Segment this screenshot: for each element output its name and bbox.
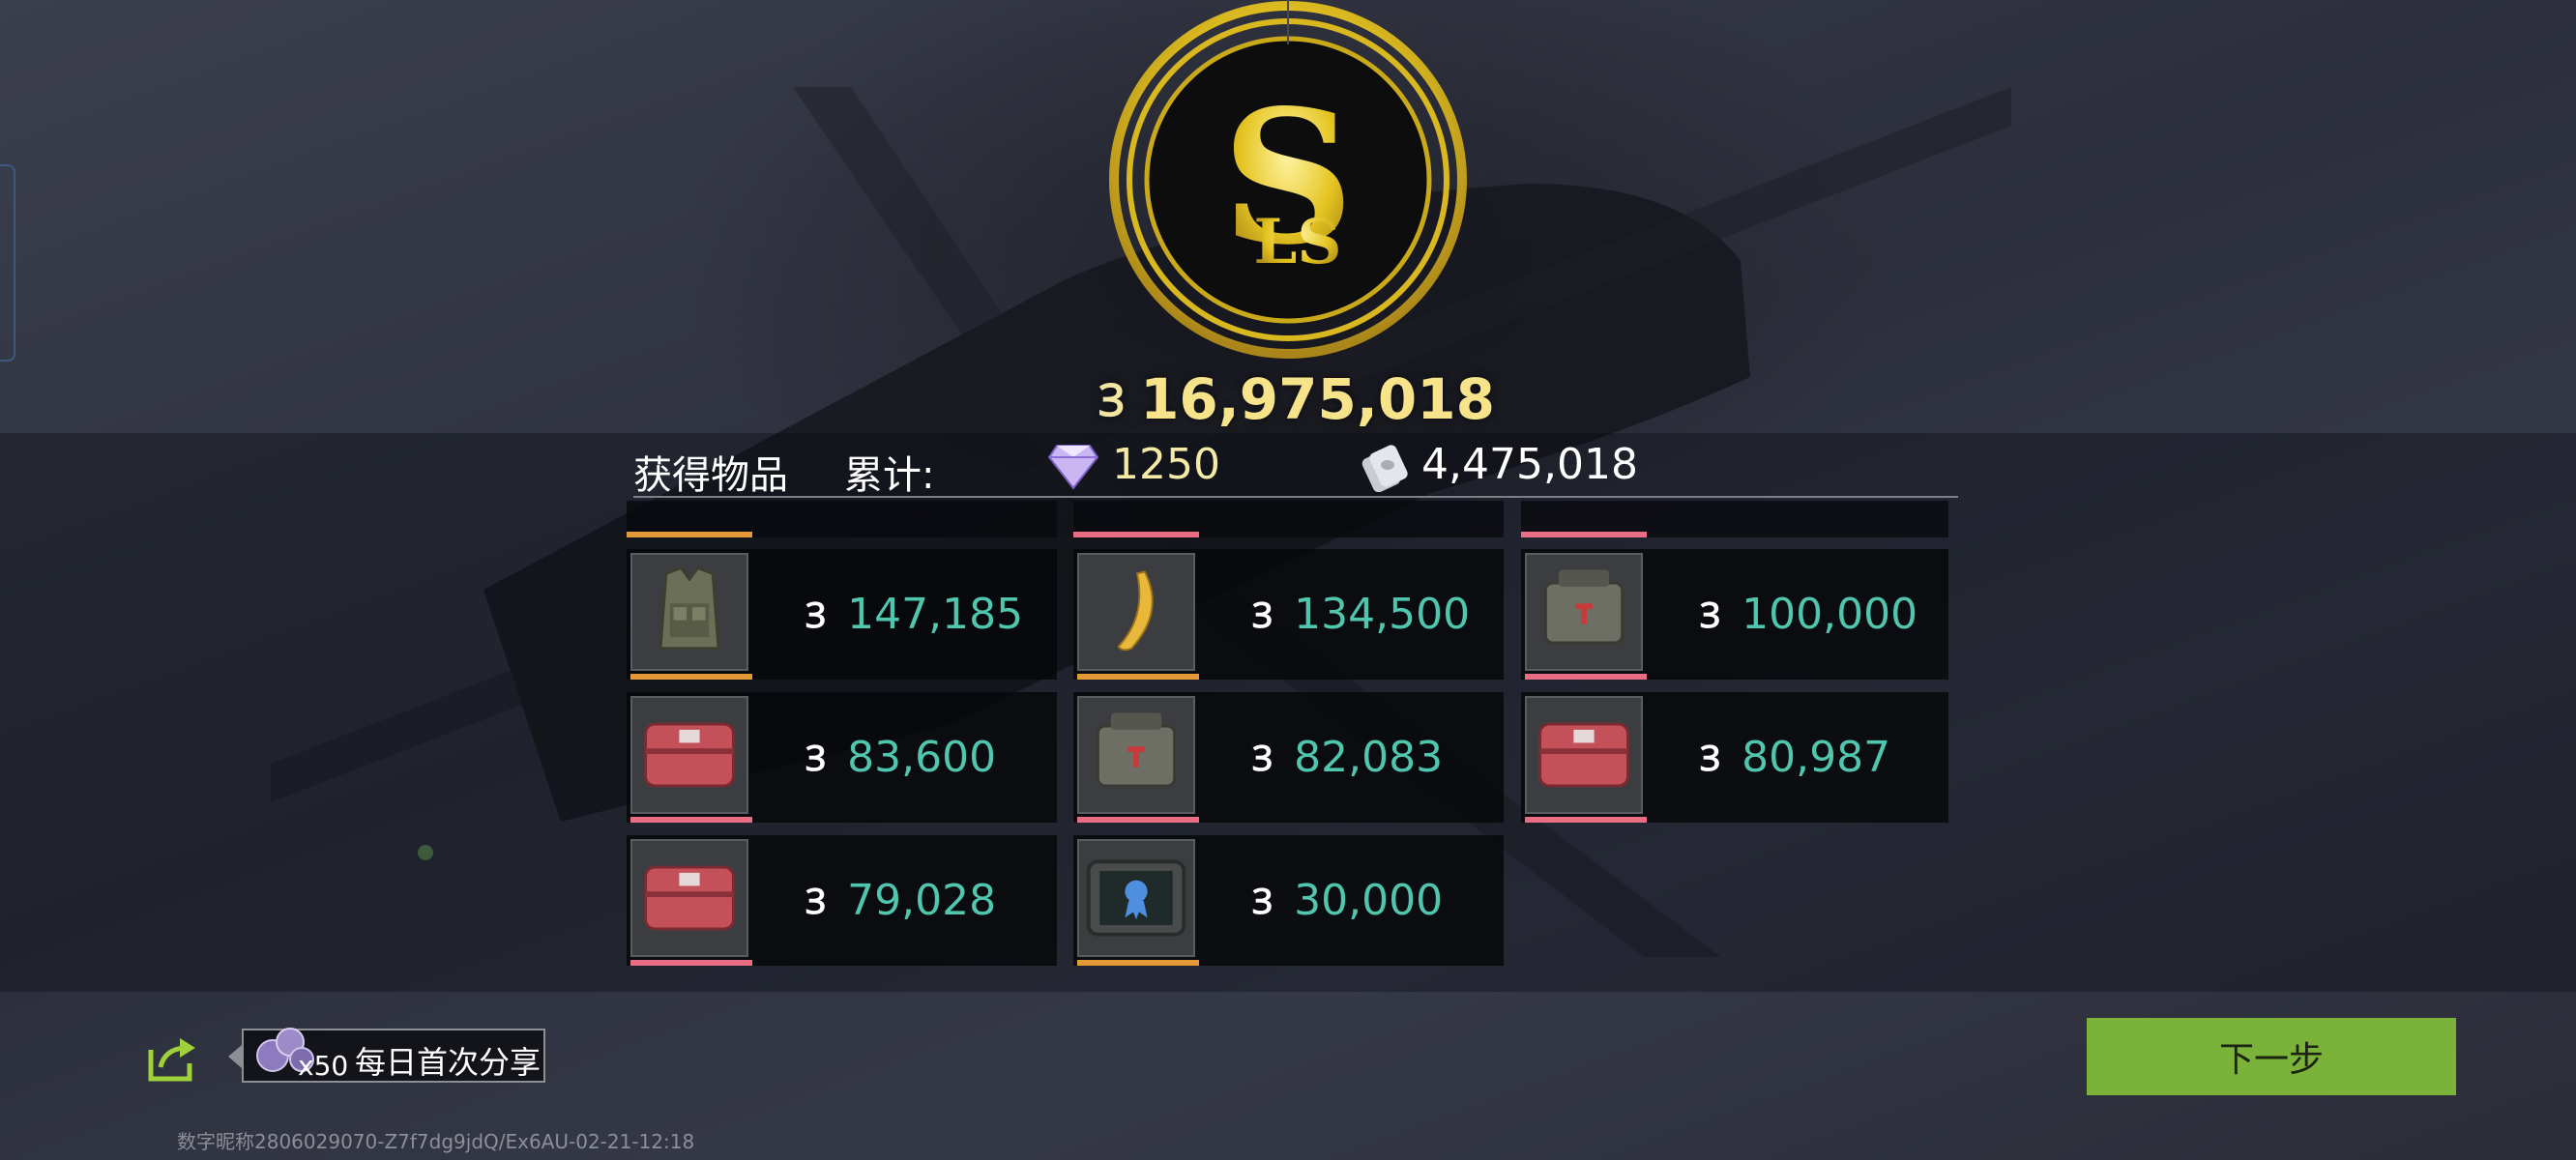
item-value-text: 83,600 — [847, 733, 997, 782]
rarity-bar — [630, 674, 752, 680]
loot-card-partial — [1521, 501, 1948, 537]
rarity-bar — [1521, 532, 1647, 537]
loot-card[interactable]: Ɜ 30,000 — [1073, 835, 1504, 966]
rarity-bar — [630, 817, 752, 823]
loot-header: 获得物品 累计: 1250 4,475,018 — [633, 440, 1958, 498]
loot-card[interactable]: Ɜ 83,600 — [627, 692, 1057, 823]
loot-title: 获得物品 — [633, 453, 788, 498]
rarity-bar — [1525, 674, 1647, 680]
loot-card-partial — [627, 501, 1057, 537]
item-value-text: 100,000 — [1742, 590, 1918, 639]
rarity-bar — [627, 532, 752, 537]
item-value: Ɜ 79,028 — [805, 835, 996, 966]
loot-card-partial — [1073, 501, 1504, 537]
loot-card[interactable]: Ɜ 147,185 — [627, 549, 1057, 680]
share-label: 每日首次分享 — [355, 1044, 542, 1081]
rarity-bar — [630, 960, 752, 966]
loot-card[interactable]: Ɜ 100,000 — [1521, 549, 1948, 680]
item-value: Ɜ 82,083 — [1252, 692, 1443, 823]
coin-icon: Ɜ — [1700, 595, 1721, 636]
coin-icon: Ɜ — [1252, 595, 1273, 636]
rarity-bar — [1077, 674, 1199, 680]
field-bag-icon — [1525, 553, 1643, 671]
rarity-bar — [1073, 532, 1199, 537]
coin-icon: Ɜ — [1700, 739, 1721, 779]
share-icon[interactable] — [145, 1034, 199, 1085]
coin-icon: Ɜ — [805, 595, 827, 636]
item-value: Ɜ 134,500 — [1252, 549, 1470, 680]
loot-card[interactable]: Ɜ 79,028 — [627, 835, 1057, 966]
cash-total: 4,475,018 — [1421, 440, 1638, 489]
award-tablet-icon — [1077, 839, 1195, 957]
side-tab[interactable] — [0, 164, 15, 362]
item-value-text: 82,083 — [1294, 733, 1444, 782]
rarity-bar — [1077, 817, 1199, 823]
item-value-text: 79,028 — [847, 876, 997, 925]
red-case-icon — [630, 839, 748, 957]
coin-icon: Ɜ — [805, 739, 827, 779]
accumulated-label: 累计: — [844, 453, 935, 498]
red-case-icon — [630, 696, 748, 814]
loot-card[interactable]: Ɜ 134,500 — [1073, 549, 1504, 680]
item-value-text: 134,500 — [1294, 590, 1471, 639]
total-value: Ɜ 16,975,018 — [1098, 365, 1495, 433]
player-id: 数字昵称2806029070-Z7f7dg9jdQ/Ex6AU-02-21-12… — [177, 1130, 695, 1153]
item-value-text: 80,987 — [1742, 733, 1891, 782]
item-value-text: 30,000 — [1294, 876, 1444, 925]
total-value-text: 16,975,018 — [1140, 366, 1495, 432]
emblem-sub-letters: LS — [1253, 206, 1341, 278]
item-value: Ɜ 83,600 — [805, 692, 996, 823]
item-value: Ɜ 30,000 — [1252, 835, 1443, 966]
coin-icon: Ɜ — [1252, 739, 1273, 779]
item-value: Ɜ 80,987 — [1700, 692, 1890, 823]
coin-icon: Ɜ — [805, 882, 827, 922]
loot-card[interactable]: Ɜ 80,987 — [1521, 692, 1948, 823]
item-value: Ɜ 147,185 — [805, 549, 1023, 680]
item-value-text: 147,185 — [847, 590, 1024, 639]
gem-count: 1250 — [1112, 440, 1220, 489]
tactical-vest-icon — [630, 553, 748, 671]
cash-roll-icon — [1361, 445, 1408, 492]
rarity-bar — [1525, 817, 1647, 823]
coin-icon: Ɜ — [1252, 882, 1273, 922]
reward-quantity: x50 — [298, 1050, 349, 1082]
coin-icon: Ɜ — [1098, 374, 1126, 426]
next-step-button[interactable]: 下一步 — [2087, 1018, 2456, 1095]
daily-share-reward[interactable]: x50 每日首次分享 — [228, 1028, 545, 1083]
item-value: Ɜ 100,000 — [1700, 549, 1917, 680]
red-case-icon — [1525, 696, 1643, 814]
rank-emblem-icon: S LS — [1109, 0, 1467, 359]
field-bag-icon — [1077, 696, 1195, 814]
loot-card[interactable]: Ɜ 82,083 — [1073, 692, 1504, 823]
rarity-bar — [1077, 960, 1199, 966]
diamond-icon — [1047, 445, 1099, 490]
banana-icon — [1077, 553, 1195, 671]
